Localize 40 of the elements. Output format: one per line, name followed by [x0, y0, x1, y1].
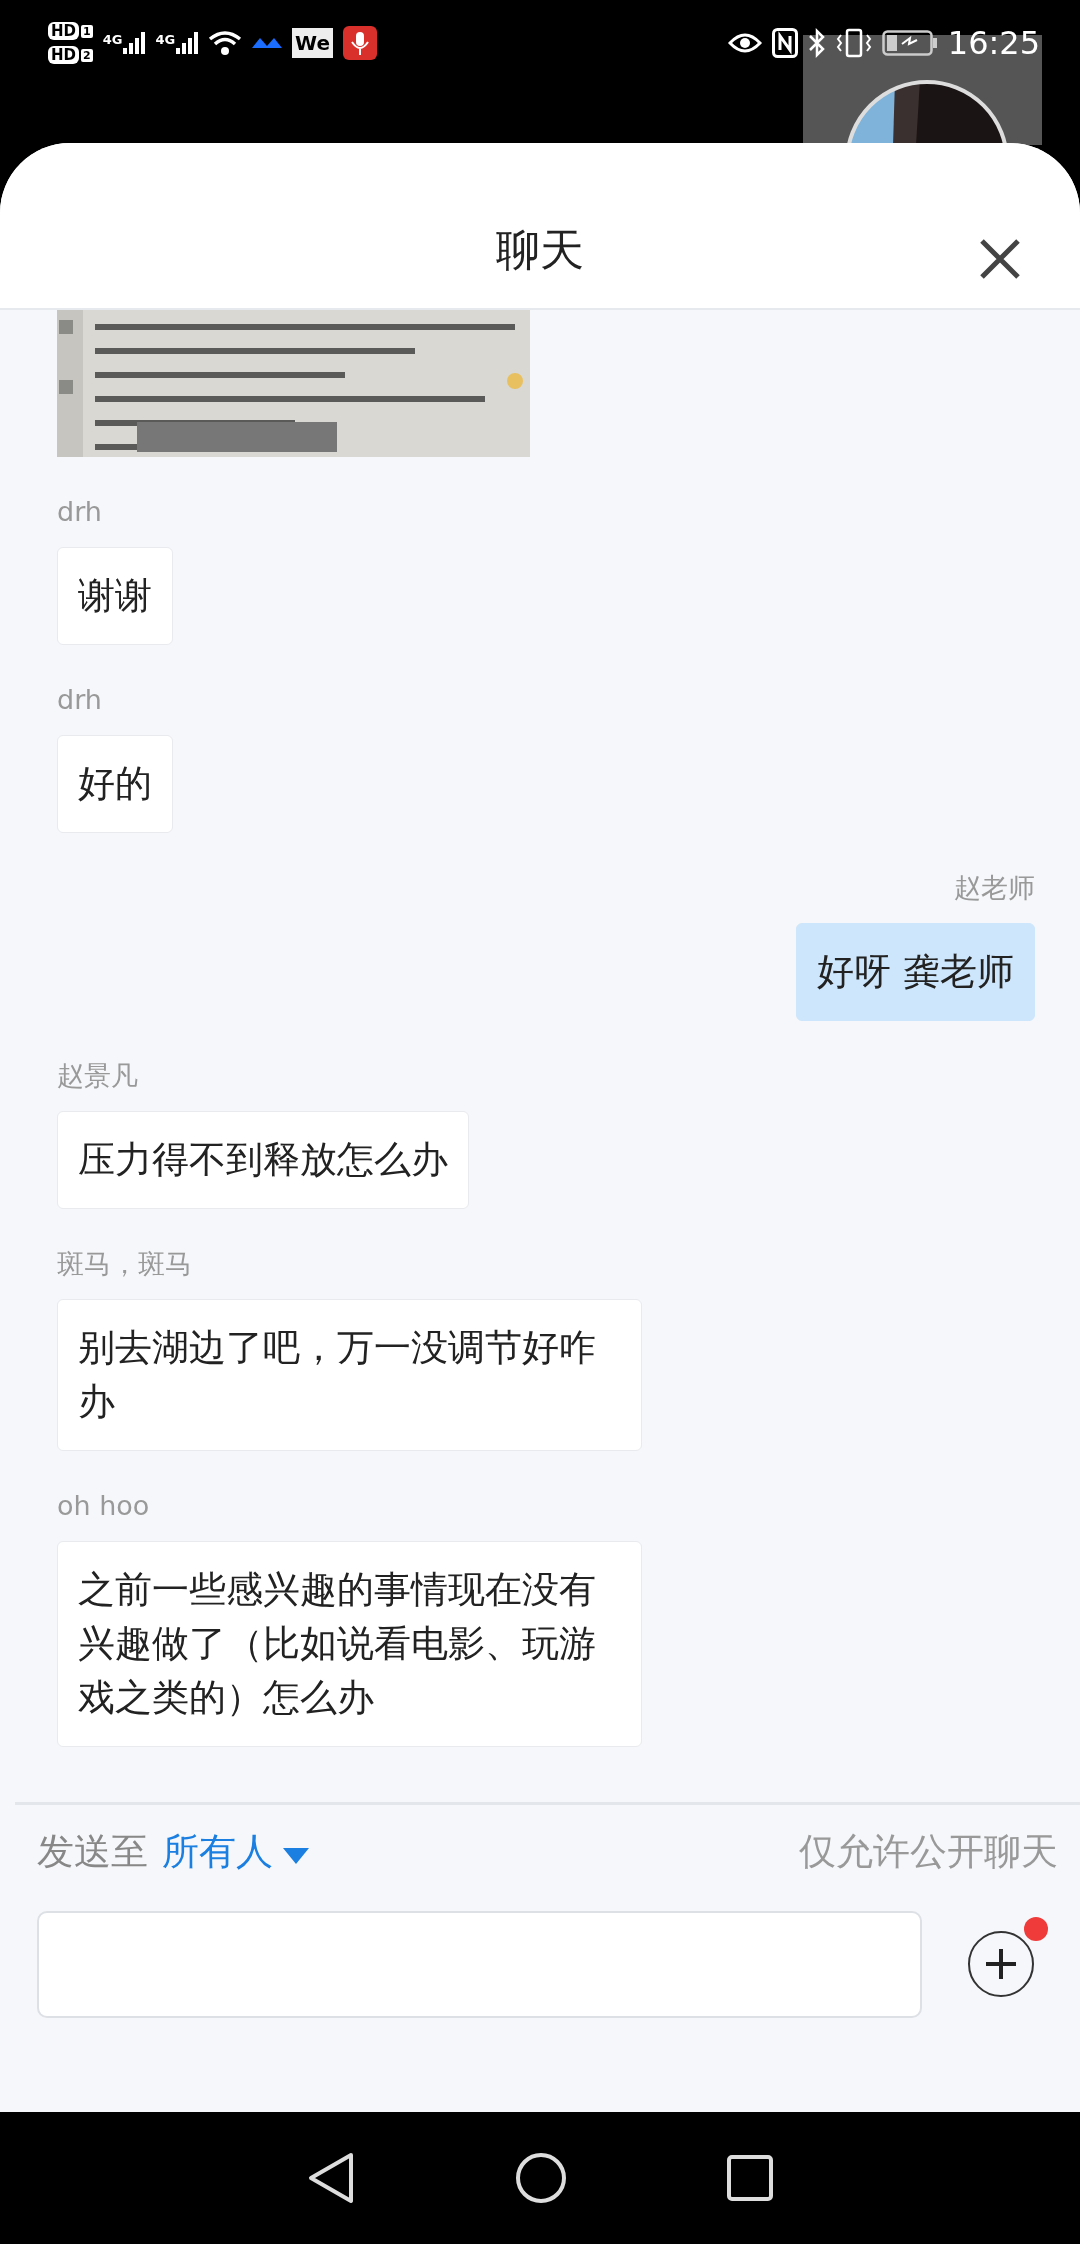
vibrate-icon	[835, 28, 872, 58]
sender-name: drh	[57, 683, 102, 717]
recent-apps-icon[interactable]	[727, 2155, 773, 2201]
chat-title: 聊天	[496, 223, 584, 277]
sender-name: 斑马，斑马	[57, 1247, 192, 1281]
recipient-dropdown[interactable]: 所有人	[162, 1827, 309, 1877]
chat-restriction-note: 仅允许公开聊天	[799, 1829, 1058, 1875]
nfc-icon	[771, 28, 798, 58]
wifi-icon	[208, 30, 243, 56]
send-to-label: 发送至	[37, 1829, 148, 1875]
plus-icon[interactable]	[984, 1946, 1018, 1981]
hd-badge: HD	[48, 46, 79, 64]
message-bubble: 别去湖边了吧，万一没调节好咋办	[57, 1299, 642, 1451]
back-icon[interactable]	[307, 2152, 355, 2204]
sim-slot: 2	[81, 48, 93, 62]
home-icon[interactable]	[515, 2152, 567, 2204]
sender-name: 赵老师	[954, 871, 1035, 905]
bluetooth-icon	[807, 28, 826, 58]
caret-icon[interactable]	[283, 1848, 309, 1864]
eye-icon	[727, 31, 762, 55]
microphone-icon	[343, 26, 378, 60]
network-type: 4G	[155, 32, 176, 47]
app-badge: We	[292, 28, 334, 58]
hd-badge: HD	[48, 22, 79, 40]
sender-name: drh	[57, 495, 102, 529]
network-type: 4G	[102, 32, 123, 47]
message-bubble: 谢谢	[57, 547, 173, 645]
sim-slot: 1	[81, 24, 93, 38]
signal-icon	[123, 32, 146, 54]
battery-icon	[881, 30, 938, 56]
message-bubble: 压力得不到释放怎么办	[57, 1111, 469, 1209]
message-input-field[interactable]	[37, 1911, 922, 2018]
clock-time: 16:25	[947, 24, 1040, 62]
message-bubble: 之前一些感兴趣的事情现在没有兴趣做了（比如说看电影、玩游戏之类的）怎么办	[57, 1541, 642, 1747]
sender-name: oh hoo	[57, 1489, 150, 1523]
message-bubble: 好呀 龚老师	[796, 923, 1035, 1021]
message-bubble: 好的	[57, 735, 173, 833]
close-icon[interactable]	[978, 237, 1022, 281]
signal-icon	[176, 32, 199, 54]
sender-name: 赵景凡	[57, 1059, 138, 1093]
